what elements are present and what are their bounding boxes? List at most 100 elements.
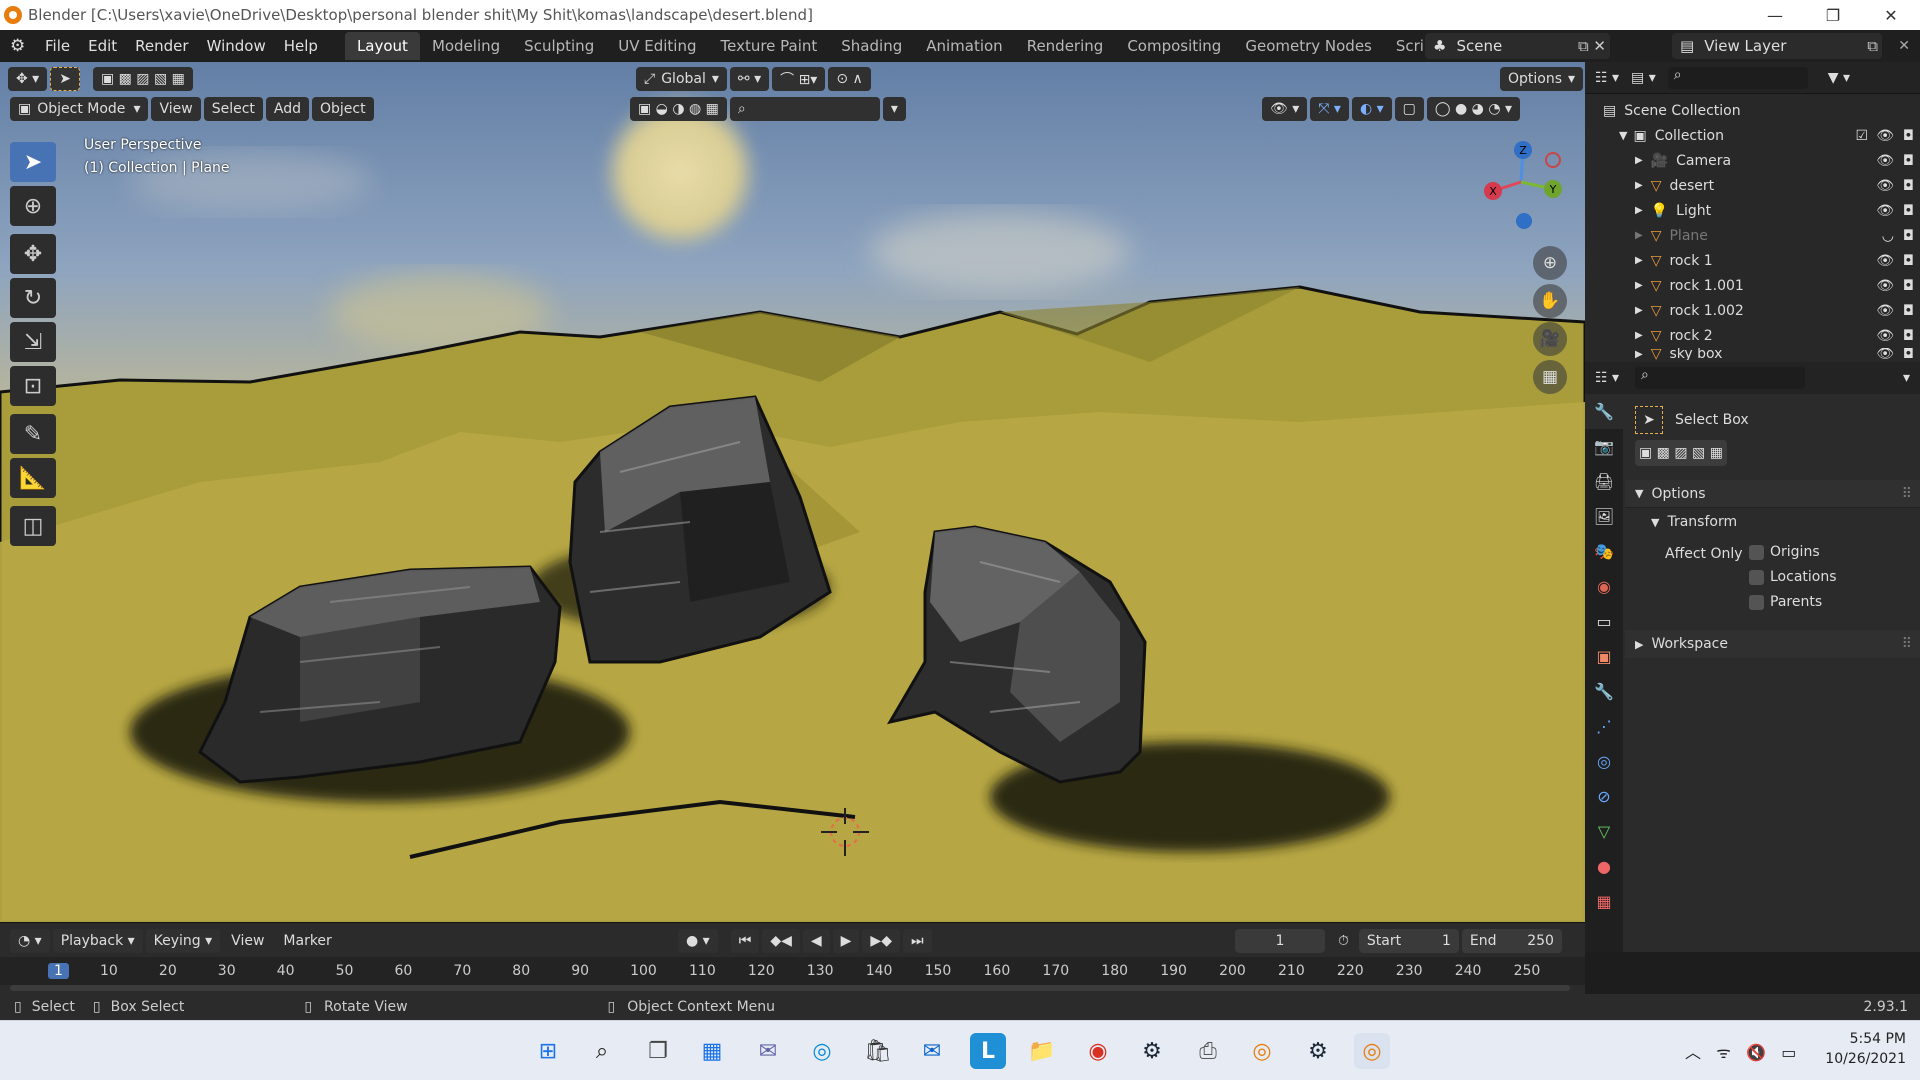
eye-icon[interactable]: 👁: [1876, 128, 1894, 144]
outliner-item[interactable]: ▶ 🎥 Camera 👁 ◘: [1585, 148, 1920, 173]
selection-mode-buttons[interactable]: ▣ ▩ ▨ ▧ ▦: [92, 67, 193, 91]
jump-start-icon[interactable]: ⏮: [730, 929, 760, 953]
outliner-item[interactable]: ▶ ▽ rock 1.002 👁 ◘: [1585, 298, 1920, 323]
object-type-visibility-buttons[interactable]: ▣ ◒ ◑ ◍ ▦: [630, 97, 727, 121]
add-cube-tool[interactable]: ◫: [10, 506, 56, 546]
eye-icon[interactable]: 👁: [1876, 303, 1894, 319]
mail-icon[interactable]: ✉: [914, 1033, 950, 1069]
selection-mode-buttons[interactable]: ▣ ▩ ▨ ▧ ▦: [1635, 440, 1727, 466]
options-dropdown[interactable]: Options ▾: [1500, 67, 1584, 91]
maximize-icon[interactable]: ❐: [1804, 6, 1862, 25]
outliner-item[interactable]: ▶ ▽ rock 1.001 👁 ◘: [1585, 273, 1920, 298]
steam-app-icon[interactable]: ⚙: [1300, 1033, 1336, 1069]
store-icon[interactable]: 🛍: [860, 1033, 896, 1069]
eye-closed-icon[interactable]: ◡: [1882, 228, 1894, 244]
collection-row[interactable]: ▼ ▣ Collection ☑ 👁 ◘: [1585, 123, 1920, 148]
checkbox-icon[interactable]: ☑: [1855, 128, 1868, 144]
workspace-panel-header[interactable]: ▶ Workspace ⠿: [1625, 630, 1920, 658]
annotate-tool[interactable]: ✎: [10, 414, 56, 454]
particles-tab-icon[interactable]: ⋰: [1585, 709, 1623, 744]
start-icon[interactable]: ⊞: [530, 1033, 566, 1069]
origins-checkbox[interactable]: Origins: [1749, 544, 1837, 569]
menu-render[interactable]: Render: [126, 37, 197, 55]
object-menu[interactable]: Object: [312, 97, 374, 121]
scene-collection-row[interactable]: ▤ Scene Collection: [1585, 98, 1920, 123]
outliner-search-input[interactable]: ⌕: [1667, 66, 1808, 89]
tab-shading[interactable]: Shading: [829, 32, 914, 60]
add-menu[interactable]: Add: [265, 97, 310, 121]
timeline-editor-icon[interactable]: ◔ ▾: [10, 929, 50, 953]
outliner-item[interactable]: ▶ ▽ Plane ◡ ◘: [1585, 223, 1920, 248]
editor-type-button[interactable]: ✥ ▾: [8, 67, 48, 91]
tab-animation[interactable]: Animation: [914, 32, 1014, 60]
tab-uv-editing[interactable]: UV Editing: [606, 32, 708, 60]
jump-end-icon[interactable]: ⏭: [902, 929, 932, 953]
tool-tab-icon[interactable]: 🔧: [1585, 394, 1623, 429]
eye-icon[interactable]: 👁: [1876, 203, 1894, 219]
blender-active-icon[interactable]: ◎: [1354, 1033, 1390, 1069]
navigation-gizmo[interactable]: Z X Y: [1468, 132, 1568, 232]
collection-tab-icon[interactable]: ▭: [1585, 604, 1623, 639]
menu-edit[interactable]: Edit: [79, 37, 126, 55]
camera-render-icon[interactable]: ◘: [1903, 348, 1914, 360]
tab-modeling[interactable]: Modeling: [420, 32, 512, 60]
eye-icon[interactable]: 👁: [1876, 153, 1894, 169]
task-view-icon[interactable]: ❐: [640, 1033, 676, 1069]
proportional-edit-button[interactable]: ⊙ ∧: [828, 67, 871, 91]
eye-icon[interactable]: 👁: [1876, 348, 1894, 360]
timeline-view-menu[interactable]: View: [223, 929, 272, 953]
scale-tool[interactable]: ⇲: [10, 322, 56, 362]
jump-keyframe-back-icon[interactable]: ◆◀: [762, 929, 800, 953]
printer-icon[interactable]: ⎙: [1190, 1033, 1226, 1069]
outliner-item[interactable]: ▶ ▽ rock 1 👁 ◘: [1585, 248, 1920, 273]
rotate-tool[interactable]: ↻: [10, 278, 56, 318]
view-layer-tab-icon[interactable]: 🖼: [1585, 499, 1623, 534]
pan-hand-icon[interactable]: ✋: [1533, 284, 1567, 318]
copy-icon[interactable]: ⧉ ✕: [1578, 37, 1606, 55]
3d-viewport[interactable]: ✥ ▾ ➤ ▣ ▩ ▨ ▧ ▦ ⤢ Global ▾ ⚯ ▾ ⌒ ⊞▾ ⊙ ∧ …: [0, 62, 1585, 922]
tab-compositing[interactable]: Compositing: [1115, 32, 1233, 60]
steam-icon[interactable]: ⚙: [1134, 1033, 1170, 1069]
search-icon[interactable]: ⌕: [584, 1033, 620, 1069]
transform-panel-header[interactable]: ▼ Transform: [1625, 508, 1920, 536]
object-tab-icon[interactable]: ▣: [1585, 639, 1623, 674]
properties-editor-icon[interactable]: ☷ ▾: [1595, 370, 1619, 386]
move-tool[interactable]: ✥: [10, 234, 56, 274]
locations-checkbox[interactable]: Locations: [1749, 569, 1837, 594]
options-panel-header[interactable]: ▼ Options ⠿: [1625, 480, 1920, 508]
transform-tool[interactable]: ⊡: [10, 366, 56, 406]
render-tab-icon[interactable]: 📷: [1585, 429, 1623, 464]
menu-help[interactable]: Help: [275, 37, 327, 55]
camera-render-icon[interactable]: ◘: [1903, 253, 1914, 269]
xray-button[interactable]: ▢: [1394, 97, 1424, 121]
camera-render-icon[interactable]: ◘: [1903, 203, 1914, 219]
overlays-button[interactable]: ◐ ▾: [1351, 97, 1392, 121]
display-mode-icon[interactable]: ▤ ▾: [1631, 70, 1656, 86]
drag-handle-icon[interactable]: ⠿: [1902, 636, 1912, 652]
copy-icon[interactable]: ⧉: [1867, 37, 1878, 55]
perspective-grid-icon[interactable]: ▦: [1533, 360, 1567, 394]
jump-keyframe-forward-icon[interactable]: ▶◆: [862, 929, 900, 953]
keying-menu[interactable]: Keying ▾: [145, 929, 221, 953]
record-button[interactable]: ● ▾: [678, 929, 718, 953]
expand-arrow-icon[interactable]: ▶: [1635, 180, 1643, 191]
tab-sculpting[interactable]: Sculpting: [512, 32, 606, 60]
start-frame-field[interactable]: Start 1: [1358, 929, 1459, 953]
constraints-tab-icon[interactable]: ⊘: [1585, 779, 1623, 814]
expand-arrow-icon[interactable]: ▶: [1635, 155, 1643, 166]
blender-menu-icon[interactable]: ⚙: [10, 36, 36, 56]
expand-arrow-icon[interactable]: ▶: [1635, 330, 1643, 341]
play-reverse-icon[interactable]: ◀: [802, 929, 830, 953]
texture-tab-icon[interactable]: ▦: [1585, 884, 1623, 919]
camera-render-icon[interactable]: ◘: [1903, 328, 1914, 344]
playback-menu[interactable]: Playback ▾: [52, 929, 143, 953]
object-mode-dropdown[interactable]: ▣ Object Mode ▾: [10, 97, 149, 121]
outliner-editor-icon[interactable]: ☷ ▾: [1595, 70, 1619, 86]
timeline-scrollbar[interactable]: [10, 985, 1570, 991]
scene-tab-icon[interactable]: 🎭: [1585, 534, 1623, 569]
scene-selector[interactable]: ♣ Scene ⧉ ✕: [1425, 33, 1610, 59]
chrome-icon[interactable]: ◉: [1080, 1033, 1116, 1069]
tab-texture-paint[interactable]: Texture Paint: [708, 32, 829, 60]
blender-icon[interactable]: ◎: [1244, 1033, 1280, 1069]
camera-render-icon[interactable]: ◘: [1903, 228, 1914, 244]
